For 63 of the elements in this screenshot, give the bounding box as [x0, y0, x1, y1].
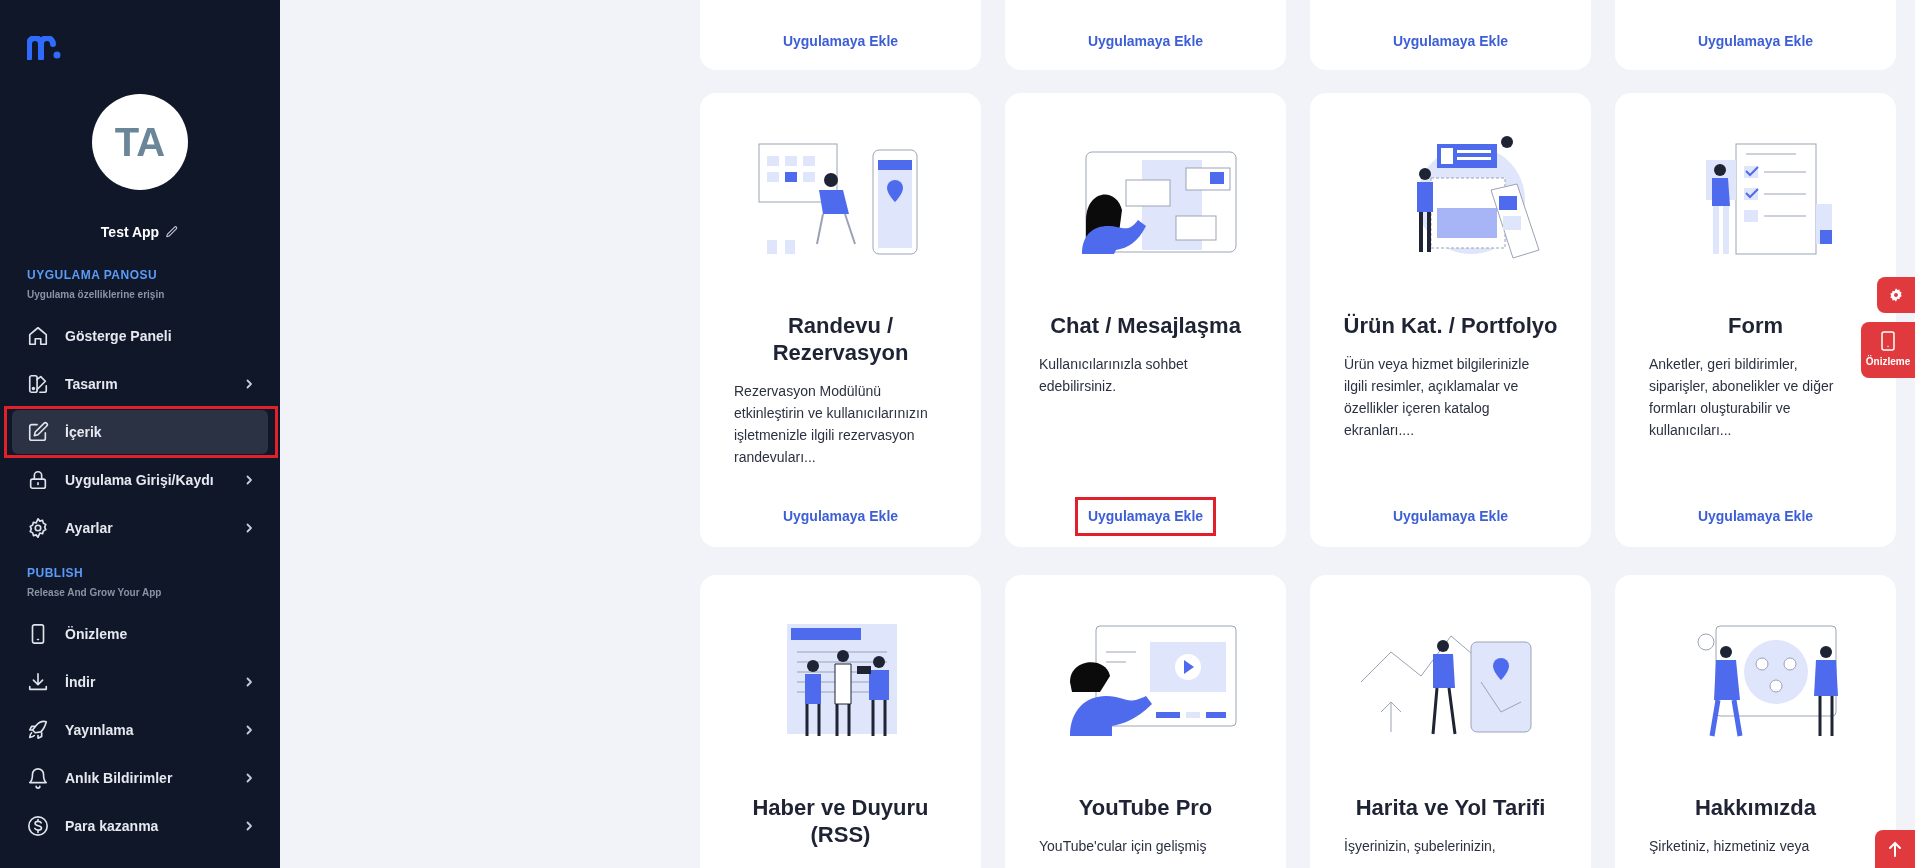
- card-description: Rezervasyon Modülünü etkinleştirin ve kullanıcılarınızın işletmenizle ilgili rezervasyon randevuları...: [734, 382, 929, 467]
- download-icon: [27, 671, 49, 693]
- card-title: Randevu / Rezervasyon: [771, 312, 910, 366]
- app-name: Test App: [100, 222, 160, 242]
- card-description: Kullanıcılarınızla sohbet edebilirsiniz.: [1039, 355, 1189, 396]
- add-to-app-link[interactable]: Uygulamaya Ekle: [1691, 27, 1820, 56]
- add-to-app-link[interactable]: Uygulamaya Ekle: [1382, 500, 1519, 533]
- section-subtitle: Release And Grow Your App: [26, 586, 163, 600]
- add-to-app-link[interactable]: Uygulamaya Ekle: [776, 27, 905, 56]
- card-title: Hakkımızda: [1694, 794, 1817, 821]
- nav-item[interactable]: İçerik: [12, 410, 268, 454]
- lock-icon: [27, 469, 49, 491]
- card-title: Chat / Mesajlaşma: [1050, 312, 1241, 339]
- add-to-app-link[interactable]: Uygulamaya Ekle: [1077, 500, 1214, 533]
- arrow-up-icon: [1888, 841, 1902, 857]
- card-title: Form: [1728, 312, 1783, 339]
- chevron-right-icon: [244, 379, 254, 389]
- card-title: Ürün Kat. / Portfolyo: [1343, 312, 1558, 339]
- chevron-right-icon: [244, 725, 254, 735]
- nav-item[interactable]: Yayınlama: [12, 708, 268, 752]
- add-to-app-link[interactable]: Uygulamaya Ekle: [1386, 27, 1515, 56]
- card-description: Ürün veya hizmet bilgilerinizle ilgili resimler, açıklamalar ve özellikler içeren katalog ekranları....: [1344, 355, 1531, 440]
- nav-item[interactable]: Anlık Bildirimler: [12, 756, 268, 800]
- nav-item[interactable]: İndir: [12, 660, 268, 704]
- nav-item[interactable]: Ayarlar: [12, 506, 268, 550]
- logo-icon: [27, 36, 61, 60]
- scroll-to-top-button[interactable]: [1875, 830, 1915, 868]
- gear-icon: [1888, 287, 1904, 303]
- avatar: TA: [92, 94, 188, 190]
- card-title: YouTube Pro: [1078, 794, 1213, 821]
- nav-item[interactable]: Gösterge Paneli: [12, 314, 268, 358]
- settings-button[interactable]: [1877, 277, 1915, 313]
- section-title: UYGULAMA PANOSU: [26, 267, 159, 284]
- chevron-right-icon: [244, 773, 254, 783]
- chevron-right-icon: [244, 677, 254, 687]
- home-icon: [27, 325, 49, 347]
- add-to-app-link[interactable]: Uygulamaya Ekle: [1687, 500, 1824, 533]
- card-title: Harita ve Yol Tarifi: [1355, 794, 1546, 821]
- section-title: PUBLISH: [26, 565, 85, 582]
- gear-icon: [27, 517, 49, 539]
- dollar-icon: [27, 815, 49, 837]
- preview-button[interactable]: Önizleme: [1861, 322, 1915, 378]
- palette-icon: [27, 373, 49, 395]
- rocket-icon: [27, 719, 49, 741]
- card-title: Haber ve Duyuru (RSS): [751, 794, 930, 848]
- add-to-app-link[interactable]: Uygulamaya Ekle: [772, 500, 909, 533]
- chevron-right-icon: [244, 523, 254, 533]
- nav-item[interactable]: Uygulama Girişi/Kaydı: [12, 458, 268, 502]
- card-description: İşyerinizin, şubelerinizin,: [1344, 837, 1497, 856]
- card-description: Anketler, geri bildirimler, siparişler, abonelikler ve diğer formları oluşturabilir ve kullanıcıları...: [1649, 355, 1835, 440]
- chevron-right-icon: [244, 475, 254, 485]
- phone-icon: [1881, 331, 1895, 351]
- bell-icon: [27, 767, 49, 789]
- card-description: Şirketiniz, hizmetiniz veya: [1649, 837, 1811, 856]
- nav-item[interactable]: Para kazanma: [12, 804, 268, 848]
- card-description: YouTube'cular için gelişmiş: [1039, 837, 1208, 856]
- edit-icon: [27, 421, 49, 443]
- nav-item[interactable]: Tasarım: [12, 362, 268, 406]
- pencil-icon[interactable]: [165, 225, 180, 239]
- add-to-app-link[interactable]: Uygulamaya Ekle: [1081, 27, 1210, 56]
- section-subtitle: Uygulama özelliklerine erişin: [26, 288, 166, 302]
- nav-item[interactable]: Önizleme: [12, 612, 268, 656]
- chevron-right-icon: [244, 821, 254, 831]
